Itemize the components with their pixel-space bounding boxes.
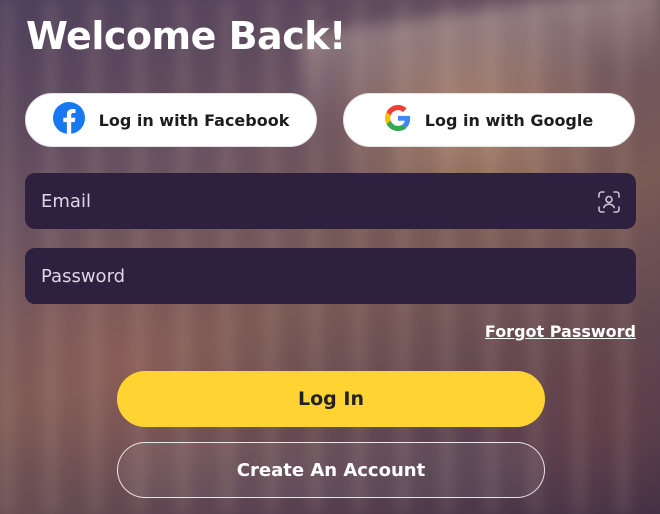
login-button[interactable]: Log In bbox=[117, 371, 545, 427]
forgot-password-link[interactable]: Forgot Password bbox=[485, 322, 636, 341]
email-placeholder: Email bbox=[41, 190, 91, 212]
password-placeholder: Password bbox=[41, 265, 126, 287]
google-icon bbox=[384, 105, 411, 135]
facebook-icon bbox=[52, 102, 85, 138]
create-account-button[interactable]: Create An Account bbox=[117, 442, 545, 498]
password-field[interactable]: Password bbox=[25, 248, 636, 304]
google-login-button[interactable]: Log in with Google bbox=[343, 93, 635, 147]
google-login-label: Log in with Google bbox=[424, 110, 594, 130]
facebook-login-button[interactable]: Log in with Facebook bbox=[25, 93, 317, 147]
facebook-login-label: Log in with Facebook bbox=[98, 110, 290, 130]
face-id-icon[interactable] bbox=[597, 190, 621, 214]
page-title: Welcome Back! bbox=[26, 14, 346, 58]
email-field[interactable]: Email bbox=[25, 173, 636, 229]
